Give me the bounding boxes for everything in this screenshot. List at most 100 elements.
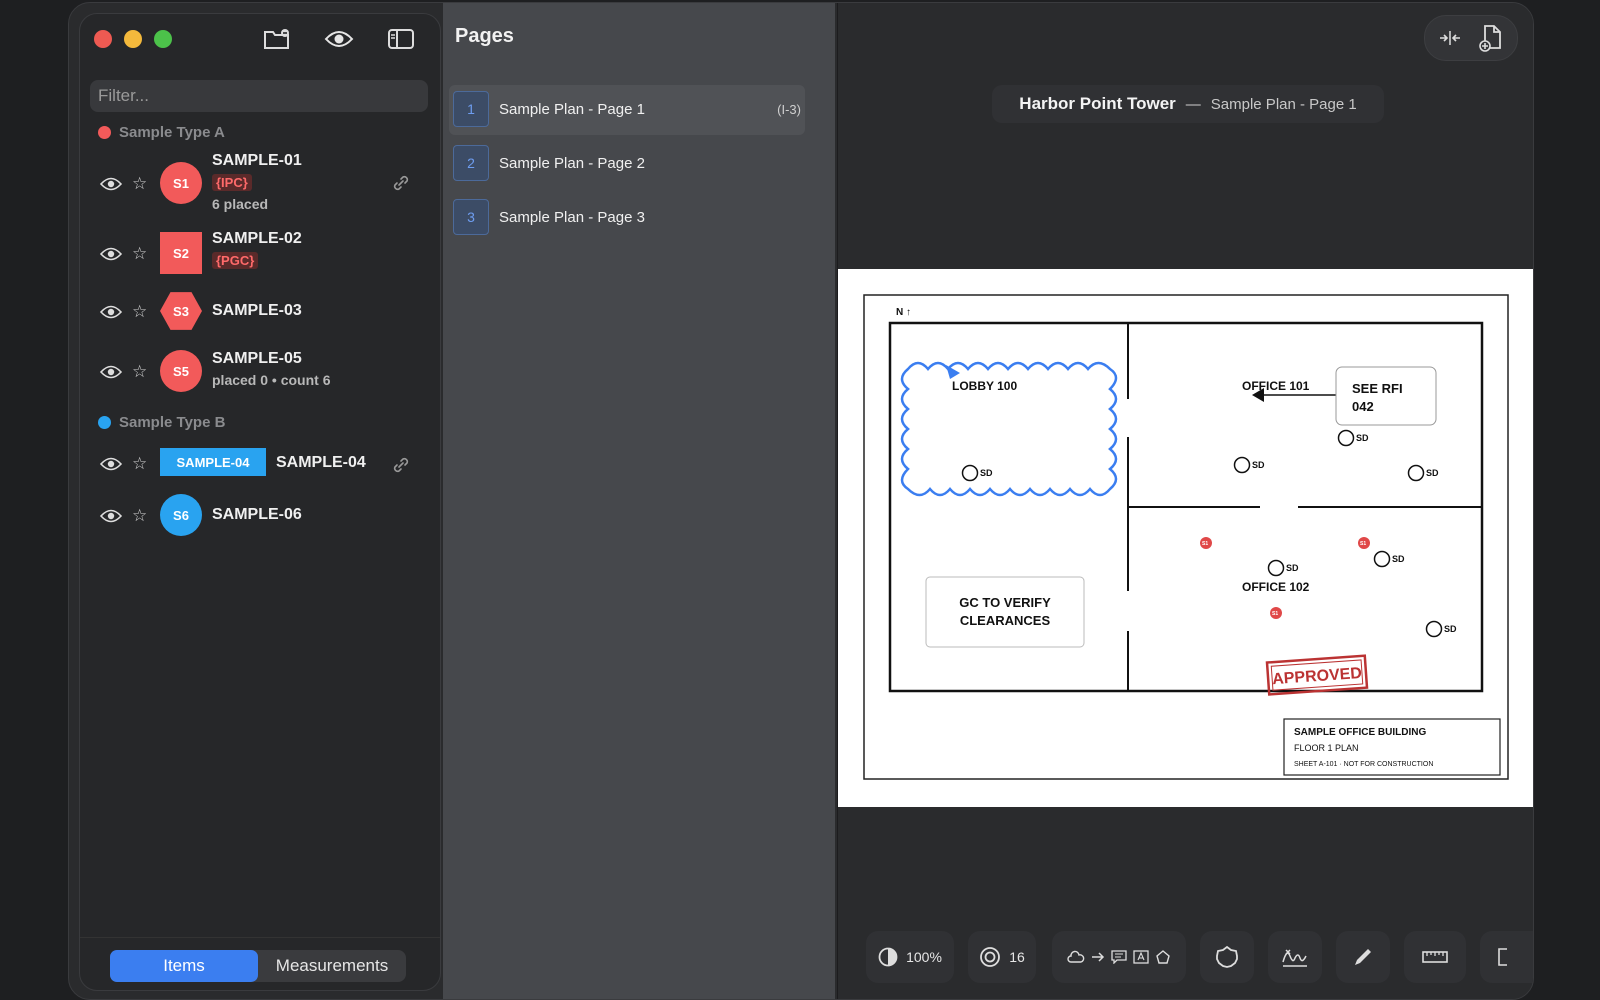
group-name: Sample Type B	[119, 414, 226, 431]
link-icon[interactable]	[392, 456, 410, 474]
visibility-eye-icon[interactable]	[100, 364, 122, 380]
cloud-pointer	[946, 365, 960, 379]
svg-text:FLOOR 1 PLAN: FLOOR 1 PLAN	[1294, 743, 1359, 753]
shape-tool-button[interactable]	[1200, 931, 1254, 983]
north-arrow: N ↑	[896, 307, 911, 318]
smoke-detector: SD	[1425, 620, 1457, 638]
target-icon	[980, 947, 1001, 967]
view-segmented-control: Items Measurements	[110, 950, 406, 982]
item-badge: S6	[160, 494, 202, 536]
eye-icon[interactable]	[324, 26, 354, 52]
sidebar-toggle-icon[interactable]	[386, 26, 416, 52]
link-icon[interactable]	[392, 174, 410, 192]
list-item-sample-04[interactable]: ☆ SAMPLE-04 SAMPLE-04	[80, 444, 440, 484]
item-name: SAMPLE-05	[212, 350, 302, 367]
group-name: Sample Type A	[119, 124, 225, 141]
floor-plan-drawing[interactable]: N ↑ LOBBY 100 OFFICE 101 OFFICE 102 SD S…	[838, 269, 1534, 807]
callout-tool-icon[interactable]	[1111, 950, 1127, 964]
group-color-dot	[98, 126, 111, 139]
smoke-detector: SD	[1233, 456, 1265, 474]
opacity-control[interactable]: 100%	[866, 931, 954, 983]
smoke-detector: SD	[1373, 550, 1405, 568]
list-item-sample-03[interactable]: ☆ S3 SAMPLE-03	[80, 288, 440, 334]
star-icon[interactable]: ☆	[132, 455, 147, 472]
folder-icon[interactable]	[262, 26, 292, 52]
tab-measurements[interactable]: Measurements	[258, 950, 406, 982]
document-title-bar: Harbor Point Tower — Sample Plan - Page …	[992, 85, 1384, 123]
note-gc-verify: GC TO VERIFY CLEARANCES	[925, 576, 1085, 648]
page-row-3[interactable]: 3 Sample Plan - Page 3	[449, 193, 805, 243]
item-tag: {IPC}	[212, 174, 252, 191]
cloud-tool-icon[interactable]	[1067, 950, 1085, 964]
visibility-eye-icon[interactable]	[100, 246, 122, 262]
arrow-tool-icon[interactable]	[1091, 951, 1105, 963]
close-window-button[interactable]	[94, 30, 112, 48]
current-page-name: Sample Plan - Page 1	[1210, 95, 1357, 113]
shape-tool-icon	[1216, 945, 1238, 968]
list-item-sample-05[interactable]: ☆ S5 SAMPLE-05 placed 0 • count 6	[80, 346, 440, 394]
polygon-tool-icon[interactable]	[1155, 950, 1171, 964]
item-name: SAMPLE-06	[212, 506, 302, 523]
star-icon[interactable]: ☆	[132, 303, 147, 320]
visibility-eye-icon[interactable]	[100, 456, 122, 472]
svg-text:SD: SD	[1252, 460, 1265, 470]
placed-marker-s1: S1	[1358, 537, 1370, 549]
group-header-b[interactable]: Sample Type B	[98, 414, 225, 431]
item-badge: S2	[160, 232, 202, 274]
callout-see-rfi: SEE RFI 042	[1252, 366, 1437, 426]
item-name: SAMPLE-03	[212, 302, 302, 319]
filter-input[interactable]	[90, 80, 428, 112]
signature-icon	[1282, 949, 1307, 967]
room-label-lobby: LOBBY 100	[952, 379, 1017, 393]
visibility-eye-icon[interactable]	[100, 508, 122, 524]
signature-tool-button[interactable]	[1268, 931, 1322, 983]
add-document-icon[interactable]	[1479, 24, 1503, 52]
star-icon[interactable]: ☆	[132, 245, 147, 262]
text-tool-icon[interactable]	[1133, 950, 1149, 964]
star-icon[interactable]: ☆	[132, 363, 147, 380]
svg-text:042: 042	[1352, 399, 1374, 414]
visibility-eye-icon[interactable]	[100, 176, 122, 192]
count-control[interactable]: 16	[968, 931, 1036, 983]
list-item-sample-01[interactable]: ☆ S1 SAMPLE-01 {IPC} 6 placed	[80, 150, 440, 214]
item-badge: S3	[160, 292, 202, 330]
star-icon[interactable]: ☆	[132, 175, 147, 192]
page-label: Sample Plan - Page 2	[499, 155, 645, 172]
visibility-eye-icon[interactable]	[100, 304, 122, 320]
item-name: SAMPLE-04	[276, 454, 366, 471]
svg-text:CLEARANCES: CLEARANCES	[960, 613, 1051, 628]
collapse-icon[interactable]	[1439, 28, 1461, 48]
measure-tool-button[interactable]	[1404, 931, 1466, 983]
item-badge: S5	[160, 350, 202, 392]
svg-text:SD: SD	[1444, 624, 1457, 634]
document-viewer: Harbor Point Tower — Sample Plan - Page …	[837, 3, 1534, 999]
page-row-2[interactable]: 2 Sample Plan - Page 2	[449, 139, 805, 189]
zoom-window-button[interactable]	[154, 30, 172, 48]
smoke-detector: SD	[1407, 464, 1439, 482]
plan-sheet[interactable]: N ↑ LOBBY 100 OFFICE 101 OFFICE 102 SD S…	[838, 269, 1534, 807]
list-item-sample-02[interactable]: ☆ S2 SAMPLE-02 {PGC}	[80, 228, 440, 282]
page-number: 2	[453, 145, 489, 181]
placed-marker-s1: S1	[1270, 607, 1282, 619]
pen-tool-button[interactable]	[1336, 931, 1390, 983]
page-row-1[interactable]: 1 Sample Plan - Page 1 (I-3)	[449, 85, 805, 135]
list-item-sample-06[interactable]: ☆ S6 SAMPLE-06	[80, 492, 440, 540]
svg-text:SD: SD	[1426, 468, 1439, 478]
minimize-window-button[interactable]	[124, 30, 142, 48]
star-icon[interactable]: ☆	[132, 507, 147, 524]
top-button-group	[1424, 15, 1518, 61]
pages-title: Pages	[455, 25, 514, 47]
item-badge: S1	[160, 162, 202, 204]
more-tools-button[interactable]	[1480, 931, 1533, 983]
svg-text:SD: SD	[1392, 554, 1405, 564]
item-subtext: placed 0 • count 6	[212, 372, 331, 388]
svg-text:SAMPLE OFFICE BUILDING: SAMPLE OFFICE BUILDING	[1294, 727, 1426, 738]
svg-text:SHEET A-101 · NOT FOR CONSTR: SHEET A-101 · NOT FOR CONSTRUCTION	[1294, 761, 1433, 768]
item-name: SAMPLE-02	[212, 230, 302, 247]
item-name: SAMPLE-01	[212, 152, 302, 169]
group-header-a[interactable]: Sample Type A	[98, 124, 225, 141]
placed-marker-s1: S1	[1200, 537, 1212, 549]
tab-items[interactable]: Items	[110, 950, 258, 982]
page-label: Sample Plan - Page 1	[499, 101, 645, 118]
svg-text:SD: SD	[1286, 563, 1299, 573]
